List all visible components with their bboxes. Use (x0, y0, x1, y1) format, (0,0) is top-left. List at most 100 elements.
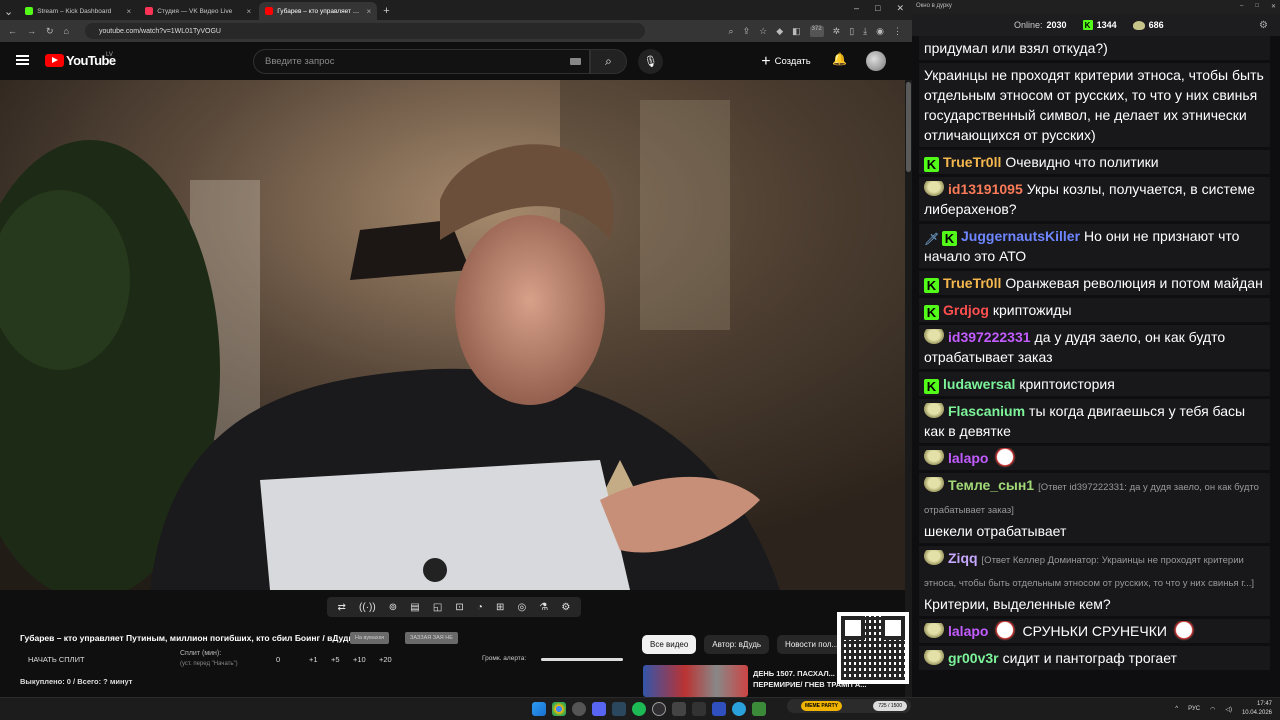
chat-username[interactable]: ludawersal (943, 376, 1015, 392)
search-input[interactable]: Введите запрос (253, 49, 590, 74)
close-window-icon[interactable]: ✕ (1271, 3, 1276, 11)
keyboard-icon[interactable] (570, 58, 581, 65)
bookmark-star-icon[interactable]: ☆ (759, 26, 767, 37)
scrollbar-thumb[interactable] (906, 82, 911, 172)
gear-icon[interactable]: ⚙ (561, 602, 570, 613)
youtube-logo-icon[interactable] (45, 54, 64, 67)
chat-username[interactable]: TrueTr0ll (943, 154, 1001, 170)
new-tab-button[interactable]: + (383, 2, 389, 20)
theater-icon[interactable]: ⊡ (455, 602, 463, 613)
close-icon[interactable]: × (127, 7, 132, 16)
telegram-icon[interactable] (732, 702, 746, 716)
chip-all-videos[interactable]: Все видео (642, 635, 697, 654)
sidebar-icon[interactable]: ▯ (849, 26, 854, 37)
tray-chevron-icon[interactable]: ^ (1175, 706, 1178, 712)
chip-author[interactable]: Автор: вДудь (704, 635, 770, 654)
wifi-icon[interactable]: ◠ (1210, 706, 1215, 713)
overlay-chip[interactable]: На вумахач (350, 632, 390, 644)
tab-vk-studio[interactable]: Студия — VK Видео Live × (139, 2, 257, 20)
spotify-icon[interactable] (632, 702, 646, 716)
menu-kebab-icon[interactable]: ⋮ (893, 26, 902, 37)
overlay-chip[interactable]: ЗАЗЗАЯ ЗАЯ НЕ (405, 632, 458, 644)
extension-badge[interactable]: 372 (809, 25, 824, 37)
home-icon[interactable]: ⌂ (64, 26, 69, 36)
chat-username[interactable]: gr00v3r (948, 650, 999, 666)
share-icon[interactable]: ⇪ (743, 26, 751, 37)
media-icon[interactable] (572, 702, 586, 716)
chat-username[interactable]: lalapo (948, 450, 988, 466)
split-add-button[interactable]: +5 (331, 655, 340, 664)
gear-icon[interactable]: ⚙ (1259, 20, 1268, 31)
camera-icon[interactable]: ◎ (517, 602, 526, 613)
voice-search-button[interactable]: 🎙 (638, 49, 663, 74)
create-button[interactable]: + Создать (755, 50, 817, 73)
picture-in-picture-icon[interactable]: ◱ (433, 602, 442, 613)
tab-list-button[interactable]: ⌄ (4, 2, 13, 20)
chip-news[interactable]: Новости пол... (777, 635, 847, 654)
minimize-icon[interactable]: – (854, 3, 859, 14)
maximize-icon[interactable]: □ (1255, 3, 1259, 11)
chrome-icon[interactable] (552, 702, 566, 716)
profile-icon[interactable]: ◉ (876, 26, 884, 37)
minimize-icon[interactable]: – (1240, 3, 1243, 11)
discord-icon[interactable] (592, 702, 606, 716)
chat-username[interactable]: Ziqq (948, 550, 978, 566)
related-video-thumbnail[interactable] (643, 665, 748, 697)
player-icon[interactable] (712, 702, 726, 716)
chat-text: сидит и пантограф трогает (1002, 650, 1177, 666)
chat-username[interactable]: lalapo (948, 623, 988, 639)
app-icon[interactable] (692, 702, 706, 716)
chat-username[interactable]: Темле_сын1 (948, 477, 1034, 493)
obs-icon[interactable] (652, 702, 666, 716)
download-icon[interactable]: ⤓ (863, 26, 867, 37)
app-icon[interactable] (752, 702, 766, 716)
chat-username[interactable]: Grdjog (943, 302, 989, 318)
online-label: Online: (1014, 20, 1043, 30)
chat-username[interactable]: Flascanium (948, 403, 1025, 419)
search-button[interactable]: ⌕ (590, 49, 627, 74)
split-add-button[interactable]: +10 (353, 655, 366, 664)
video-player[interactable] (0, 80, 905, 590)
tab-youtube-video[interactable]: Губарев – кто управляет Пути... × (259, 2, 378, 20)
start-split-button[interactable]: НАЧАТЬ СПЛИТ (28, 655, 85, 664)
close-icon[interactable]: × (247, 7, 252, 16)
windows-start-icon[interactable] (532, 702, 546, 716)
clapper-icon[interactable]: ▤ (410, 602, 419, 613)
volume-icon[interactable]: ◁) (1225, 706, 1232, 713)
menu-icon[interactable] (16, 55, 29, 65)
clock[interactable]: 17:47 10.04.2026 (1242, 700, 1272, 718)
chat-username[interactable]: id397222331 (948, 329, 1031, 345)
add-icon[interactable]: ⊞ (496, 602, 504, 613)
tab-kick-dashboard[interactable]: Stream – Kick Dashboard × (19, 2, 137, 20)
loop-icon[interactable]: ⇄ (338, 602, 346, 613)
chat-text: придумал или взял откуда?) (924, 40, 1108, 56)
steam-icon[interactable] (612, 702, 626, 716)
avatar[interactable] (866, 51, 886, 71)
notifications-bell-icon[interactable]: 🔔 (832, 52, 847, 66)
alert-volume-slider[interactable] (541, 658, 623, 661)
chat-username[interactable]: id13191095 (948, 181, 1023, 197)
back-icon[interactable]: ← (8, 26, 17, 36)
broadcast-icon[interactable]: ((·)) (359, 602, 376, 613)
url-field[interactable]: youtube.com/watch?v=1WL01TyVOGU (84, 23, 645, 39)
reload-icon[interactable]: ↻ (46, 26, 54, 37)
chat-username[interactable]: JuggernautsKiller (961, 228, 1080, 244)
speed-icon[interactable]: ◔ (477, 602, 483, 613)
zoom-icon[interactable]: ⌕ (729, 26, 734, 37)
close-icon[interactable]: × (367, 7, 372, 16)
split-add-button[interactable]: +1 (309, 655, 318, 664)
split-add-button[interactable]: +20 (379, 655, 392, 664)
close-window-icon[interactable]: ✕ (896, 3, 904, 14)
chat-username[interactable]: TrueTr0ll (943, 275, 1001, 291)
puzzle-icon[interactable]: ✲ (833, 26, 841, 37)
watch-later-icon[interactable]: ⊚ (389, 602, 397, 613)
maximize-icon[interactable]: □ (875, 3, 880, 14)
extension-icon[interactable]: ◧ (792, 26, 801, 37)
forward-icon[interactable]: → (27, 26, 36, 36)
app-icon[interactable] (672, 702, 686, 716)
flask-icon[interactable]: ⚗ (539, 602, 548, 613)
language-indicator[interactable]: РУС (1188, 706, 1200, 712)
extension-icon[interactable]: ◆ (776, 26, 783, 37)
page-scrollbar[interactable] (905, 80, 912, 697)
chat-message: K TrueTr0ll Оранжевая революция и потом ма… (919, 271, 1270, 295)
